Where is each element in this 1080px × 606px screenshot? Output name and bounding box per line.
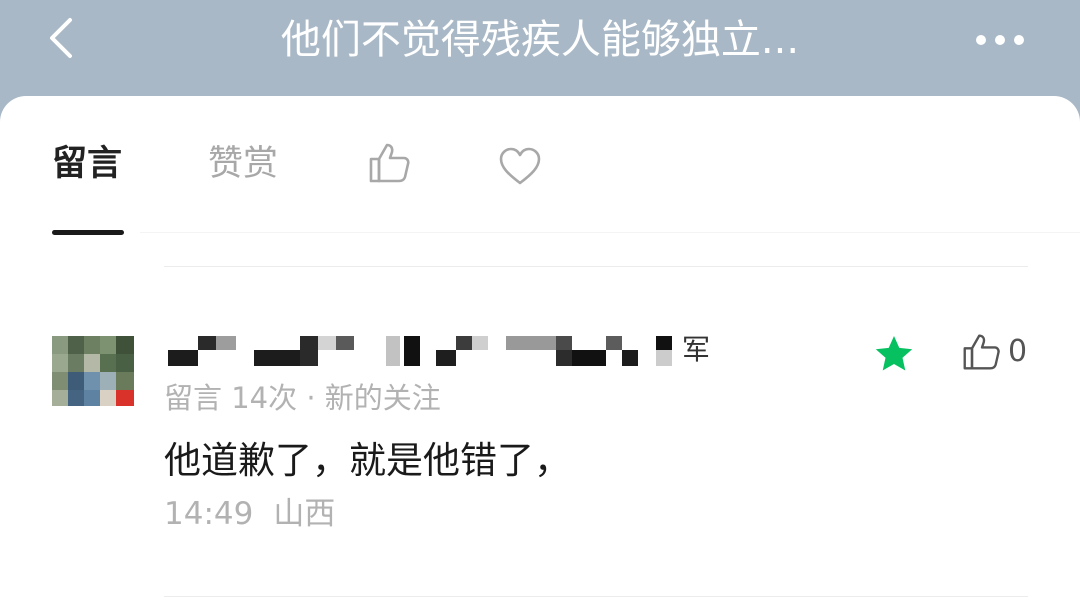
thumbs-up-icon — [369, 143, 410, 183]
tab-divider — [140, 232, 1080, 233]
comment-time: 14:49 — [164, 496, 254, 532]
comment-time-location: 14:49 山西 — [164, 492, 335, 536]
comment-text: 他道歉了，就是他错了， — [164, 439, 571, 482]
back-button[interactable] — [38, 16, 86, 64]
avatar[interactable] — [52, 336, 134, 406]
thumbs-up-icon — [963, 334, 1000, 370]
comment-location: 山西 — [273, 496, 336, 532]
star-icon — [875, 336, 913, 371]
star-button[interactable] — [872, 334, 916, 374]
more-options-button[interactable] — [970, 24, 1030, 56]
like-count: 0 — [1008, 334, 1028, 369]
page-title: 他们不觉得残疾人能够独立... — [280, 17, 800, 63]
tab-reward[interactable]: 赞赏 — [208, 140, 278, 188]
comment-sheet: 留言 赞赏 军 留言 14次 · 新的关注 他道歉了，就是他错了， 14:49 … — [0, 96, 1080, 606]
active-tab-indicator — [52, 230, 124, 235]
heart-icon — [499, 147, 541, 185]
nickname-pixelated[interactable] — [164, 334, 724, 370]
tab-favorites[interactable] — [498, 146, 542, 190]
comment-meta: 留言 14次 · 新的关注 — [164, 381, 441, 415]
tab-likes[interactable] — [368, 142, 412, 188]
nickname-visible-char: 军 — [682, 333, 711, 366]
list-divider — [164, 596, 1028, 597]
more-horizontal-icon — [976, 35, 1024, 45]
tab-comments[interactable]: 留言 — [52, 140, 122, 188]
navigation-bar: 他们不觉得残疾人能够独立... — [0, 0, 1080, 96]
list-divider — [164, 266, 1028, 267]
chevron-left-icon — [50, 18, 72, 58]
